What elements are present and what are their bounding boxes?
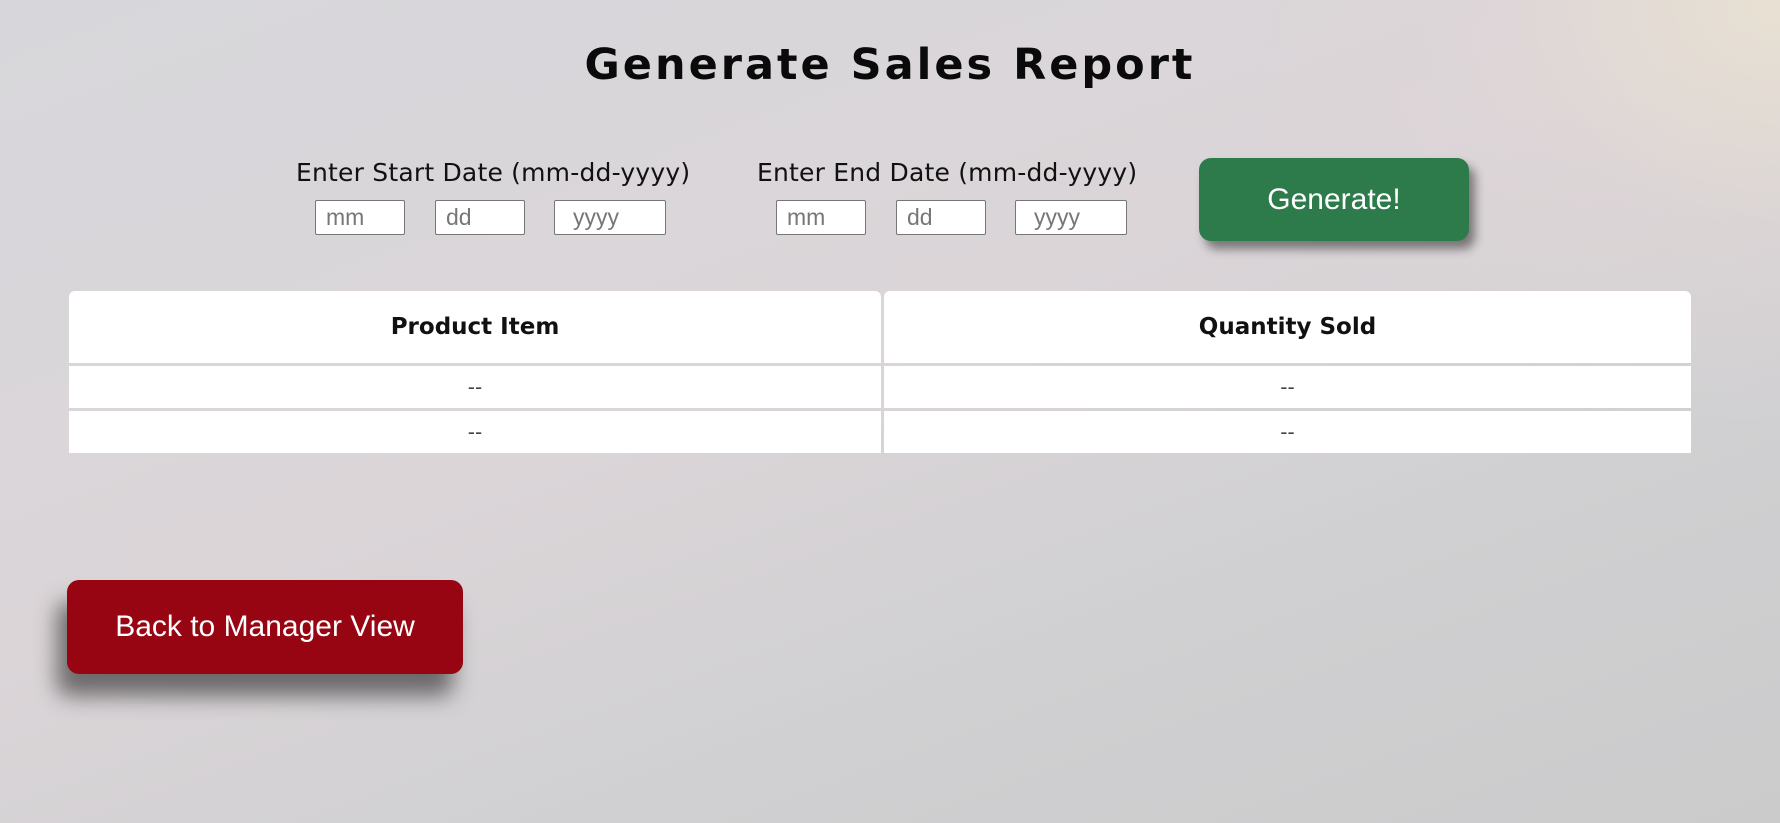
start-date-label: Enter Start Date (mm-dd-yyyy) (296, 158, 691, 187)
table-row: -- -- (69, 411, 1691, 453)
table-header-row: Product Item Quantity Sold (69, 291, 1691, 363)
start-date-group: Enter Start Date (mm-dd-yyyy) (296, 158, 691, 235)
product-item-cell: -- (69, 411, 881, 453)
end-month-input[interactable] (776, 200, 866, 235)
start-day-input[interactable] (435, 200, 525, 235)
page-title: Generate Sales Report (584, 40, 1196, 90)
product-item-cell: -- (69, 366, 881, 408)
end-date-group: Enter End Date (mm-dd-yyyy) (757, 158, 1138, 235)
table-row: -- -- (69, 366, 1691, 408)
quantity-sold-cell: -- (884, 366, 1691, 408)
end-year-input[interactable] (1015, 200, 1127, 235)
generate-button[interactable]: Generate! (1199, 158, 1469, 241)
start-year-input[interactable] (554, 200, 666, 235)
back-to-manager-view-button[interactable]: Back to Manager View (67, 580, 463, 674)
end-date-label: Enter End Date (mm-dd-yyyy) (757, 158, 1138, 187)
end-day-input[interactable] (896, 200, 986, 235)
quantity-sold-cell: -- (884, 411, 1691, 453)
start-month-input[interactable] (315, 200, 405, 235)
sales-report-table: Product Item Quantity Sold -- -- -- -- (66, 288, 1694, 456)
quantity-sold-header: Quantity Sold (884, 291, 1691, 363)
start-date-inputs (296, 200, 696, 236)
end-date-inputs (757, 200, 1157, 236)
product-item-header: Product Item (69, 291, 881, 363)
